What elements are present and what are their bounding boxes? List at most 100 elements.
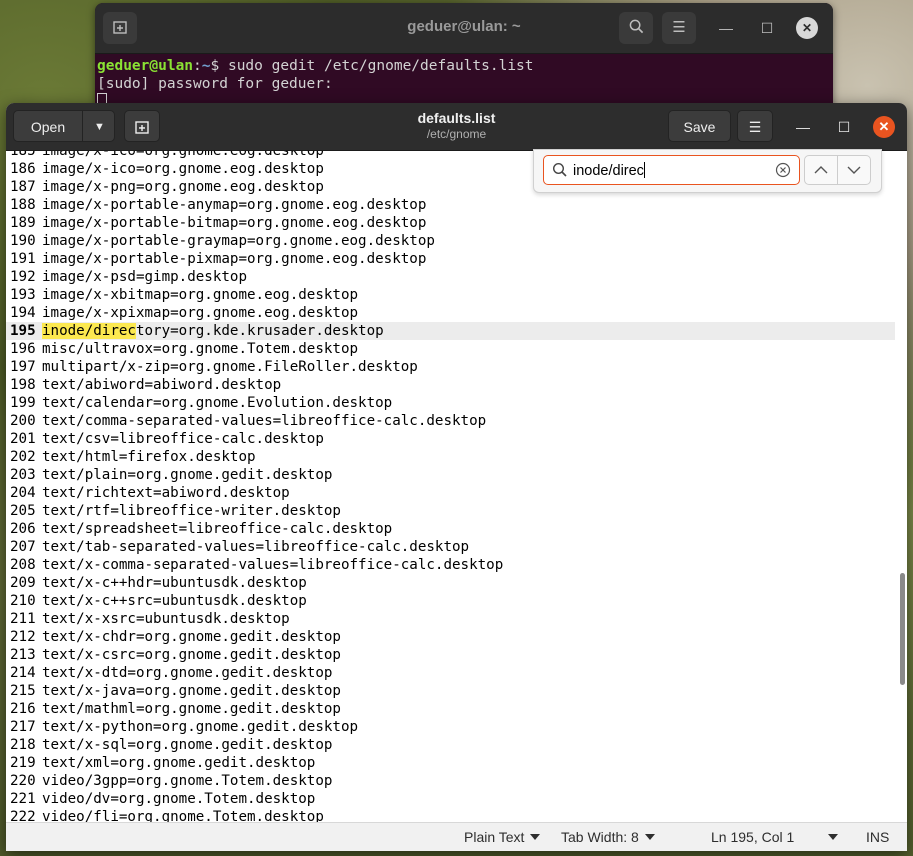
line-text: text/x-dtd=org.gnome.gedit.desktop xyxy=(42,665,333,681)
prompt-path: ~ xyxy=(201,58,211,74)
editor-line[interactable]: 204 text/richtext=abiword.desktop xyxy=(6,484,895,502)
editor-line[interactable]: 190 image/x-portable-graymap=org.gnome.eo… xyxy=(6,232,895,250)
terminal-close-button[interactable]: ✕ xyxy=(796,17,818,39)
search-next-button[interactable] xyxy=(837,155,871,185)
save-button[interactable]: Save xyxy=(668,110,731,142)
editor-line[interactable]: 191 image/x-portable-pixmap=org.gnome.eog… xyxy=(6,250,895,268)
line-text: multipart/x-zip=org.gnome.FileRoller.des… xyxy=(42,359,418,375)
terminal-minimize-button[interactable]: — xyxy=(715,17,737,39)
editor-line[interactable]: 214 text/x-dtd=org.gnome.gedit.desktop xyxy=(6,664,895,682)
line-text: text/comma-separated-values=libreoffice-… xyxy=(42,413,487,429)
editor-line[interactable]: 188 image/x-portable-anymap=org.gnome.eog… xyxy=(6,196,895,214)
line-number: 186 xyxy=(10,161,36,177)
cursor-position[interactable]: Ln 195, Col 1 xyxy=(711,829,794,845)
dropdown-arrow-icon xyxy=(644,834,655,840)
language-selector[interactable]: Plain Text xyxy=(464,829,541,845)
editor-line[interactable]: 194 image/x-xpixmap=org.gnome.eog.desktop xyxy=(6,304,895,322)
editor-line[interactable]: 189 image/x-portable-bitmap=org.gnome.eog… xyxy=(6,214,895,232)
terminal-menu-button[interactable]: ☰ xyxy=(662,12,696,44)
editor-line[interactable]: 211 text/x-xsrc=ubuntusdk.desktop xyxy=(6,610,895,628)
terminal-command: sudo gedit /etc/gnome/defaults.list xyxy=(227,58,534,74)
editor-line[interactable]: 222 video/fli=org.gnome.Totem.desktop xyxy=(6,808,895,823)
line-number: 221 xyxy=(10,791,36,807)
editor-line[interactable]: 207 text/tab-separated-values=libreoffice… xyxy=(6,538,895,556)
editor-line[interactable]: 199 text/calendar=org.gnome.Evolution.des… xyxy=(6,394,895,412)
editor-line[interactable]: 200 text/comma-separated-values=libreoffi… xyxy=(6,412,895,430)
editor-line[interactable]: 193 image/x-xbitmap=org.gnome.eog.desktop xyxy=(6,286,895,304)
line-text: image/x-portable-anymap=org.gnome.eog.de… xyxy=(42,197,427,213)
editor-line[interactable]: 215 text/x-java=org.gnome.gedit.desktop xyxy=(6,682,895,700)
line-number: 211 xyxy=(10,611,36,627)
line-number: 192 xyxy=(10,269,36,285)
line-number: 210 xyxy=(10,593,36,609)
line-number: 189 xyxy=(10,215,36,231)
gedit-window[interactable]: Open ▼ defaults.list /etc/gnome Save ☰ —… xyxy=(6,103,907,851)
editor-line[interactable]: 208 text/x-comma-separated-values=libreof… xyxy=(6,556,895,574)
editor-line[interactable]: 221 video/dv=org.gnome.Totem.desktop xyxy=(6,790,895,808)
clear-icon[interactable] xyxy=(775,162,791,178)
gedit-close-button[interactable]: ✕ xyxy=(873,116,895,138)
line-number: 217 xyxy=(10,719,36,735)
editor-line[interactable]: 195 inode/directory=org.kde.krusader.desk… xyxy=(6,322,895,340)
prompt-symbol: $ xyxy=(210,58,228,74)
gedit-maximize-button[interactable]: ☐ xyxy=(833,116,855,138)
line-number: 201 xyxy=(10,431,36,447)
search-previous-button[interactable] xyxy=(804,155,838,185)
editor-line[interactable]: 217 text/x-python=org.gnome.gedit.desktop xyxy=(6,718,895,736)
line-text: text/tab-separated-values=libreoffice-ca… xyxy=(42,539,470,555)
editor-line[interactable]: 209 text/x-c++hdr=ubuntusdk.desktop xyxy=(6,574,895,592)
editor-line[interactable]: 197 multipart/x-zip=org.gnome.FileRoller.… xyxy=(6,358,895,376)
prompt-separator: : xyxy=(193,58,202,74)
line-text: text/plain=org.gnome.gedit.desktop xyxy=(42,467,333,483)
editor-line[interactable]: 203 text/plain=org.gnome.gedit.desktop xyxy=(6,466,895,484)
editor-line[interactable]: 206 text/spreadsheet=libreoffice-calc.des… xyxy=(6,520,895,538)
language-label: Plain Text xyxy=(464,829,525,845)
line-number: 188 xyxy=(10,197,36,213)
editor-line[interactable]: 205 text/rtf=libreoffice-writer.desktop xyxy=(6,502,895,520)
line-text: image/x-portable-graymap=org.gnome.eog.d… xyxy=(42,233,435,249)
gedit-menu-button[interactable]: ☰ xyxy=(737,110,773,142)
chevron-down-icon xyxy=(847,166,861,174)
editor-line[interactable]: 202 text/html=firefox.desktop xyxy=(6,448,895,466)
line-number: 214 xyxy=(10,665,36,681)
search-query: inode/direc xyxy=(573,163,644,179)
text-editor-area[interactable]: 185 image/x-ico=org.gnome.eog.desktop 186 i… xyxy=(6,151,907,823)
line-number: 195 xyxy=(10,323,36,339)
line-text: text/x-c++src=ubuntusdk.desktop xyxy=(42,593,307,609)
line-text: misc/ultravox=org.gnome.Totem.desktop xyxy=(42,341,359,357)
line-text: image/x-ico=org.gnome.eog.desktop xyxy=(42,161,324,177)
line-text: image/x-psd=gimp.desktop xyxy=(42,269,247,285)
editor-line[interactable]: 218 text/x-sql=org.gnome.gedit.desktop xyxy=(6,736,895,754)
line-number: 187 xyxy=(10,179,36,195)
maximize-icon: ☐ xyxy=(760,20,774,36)
close-icon: ✕ xyxy=(878,119,890,134)
editor-line[interactable]: 198 text/abiword=abiword.desktop xyxy=(6,376,895,394)
line-number: 213 xyxy=(10,647,36,663)
editor-line[interactable]: 220 video/3gpp=org.gnome.Totem.desktop xyxy=(6,772,895,790)
terminal-maximize-button[interactable]: ☐ xyxy=(756,17,778,39)
editor-line[interactable]: 196 misc/ultravox=org.gnome.Totem.desktop xyxy=(6,340,895,358)
dropdown-arrow-icon xyxy=(530,834,541,840)
gedit-minimize-button[interactable]: — xyxy=(792,116,814,138)
editor-line[interactable]: 216 text/mathml=org.gnome.gedit.desktop xyxy=(6,700,895,718)
position-dropdown[interactable] xyxy=(828,829,838,845)
line-text: text/x-chdr=org.gnome.gedit.desktop xyxy=(42,629,341,645)
editor-line[interactable]: 219 text/xml=org.gnome.gedit.desktop xyxy=(6,754,895,772)
insert-mode-indicator[interactable]: INS xyxy=(866,829,889,845)
line-number: 185 xyxy=(10,151,36,159)
editor-line[interactable]: 210 text/x-c++src=ubuntusdk.desktop xyxy=(6,592,895,610)
tab-width-selector[interactable]: Tab Width: 8 xyxy=(561,829,655,845)
line-number: 203 xyxy=(10,467,36,483)
editor-line[interactable]: 212 text/x-chdr=org.gnome.gedit.desktop xyxy=(6,628,895,646)
editor-line[interactable]: 192 image/x-psd=gimp.desktop xyxy=(6,268,895,286)
editor-line[interactable]: 213 text/x-csrc=org.gnome.gedit.desktop xyxy=(6,646,895,664)
terminal-search-button[interactable] xyxy=(619,12,653,44)
editor-line[interactable]: 201 text/csv=libreoffice-calc.desktop xyxy=(6,430,895,448)
line-text: text/richtext=abiword.desktop xyxy=(42,485,290,501)
line-number: 212 xyxy=(10,629,36,645)
search-input[interactable]: inode/direc xyxy=(543,155,800,185)
line-number: 196 xyxy=(10,341,36,357)
terminal-window[interactable]: geduer@ulan: ~ ☰ — ☐ ✕ geduer@ulan:~$ su… xyxy=(95,3,833,113)
vertical-scrollbar[interactable] xyxy=(900,573,905,685)
line-text: text/x-xsrc=ubuntusdk.desktop xyxy=(42,611,290,627)
